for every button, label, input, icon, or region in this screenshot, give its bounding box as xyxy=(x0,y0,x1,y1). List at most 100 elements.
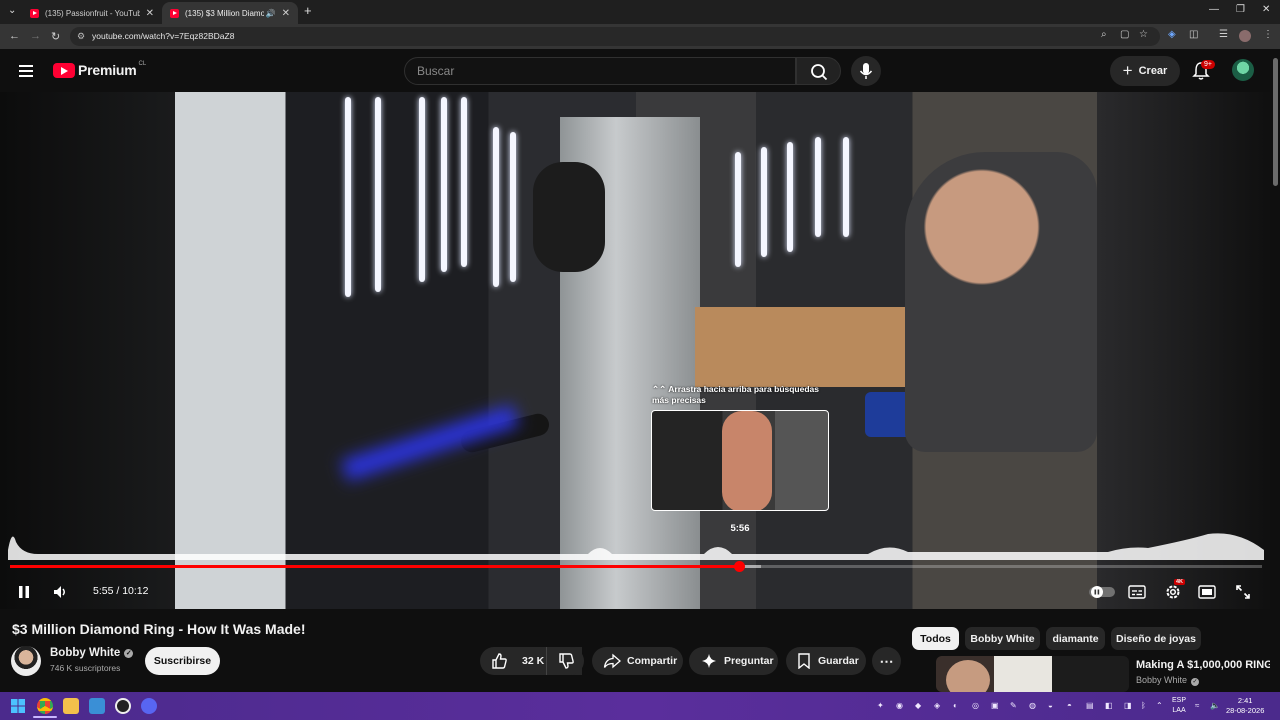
channel-avatar[interactable] xyxy=(11,646,41,676)
browser-menu-icon[interactable]: ⋮ xyxy=(1263,29,1273,40)
account-avatar[interactable] xyxy=(1232,59,1254,81)
theater-mode-icon xyxy=(1198,585,1216,599)
audio-playing-icon[interactable]: 🔊 xyxy=(266,9,276,18)
site-info-icon[interactable]: ⚙ xyxy=(77,27,85,46)
theater-mode-button[interactable] xyxy=(1197,581,1217,603)
video-player[interactable]: ⌃⌃ Arrastra hacia arriba para búsquedas … xyxy=(0,92,1280,609)
minimize-icon[interactable]: — xyxy=(1209,4,1219,15)
recommended-video-title[interactable]: Making A $1,000,000 RING xyxy=(1136,659,1273,671)
led-light xyxy=(843,137,849,237)
extension-icon[interactable]: ◈ xyxy=(1168,29,1176,40)
tray-icon[interactable]: ▤ xyxy=(1086,701,1094,710)
file-explorer-icon[interactable] xyxy=(63,698,79,714)
share-button[interactable]: Compartir xyxy=(592,647,683,675)
fullscreen-button[interactable] xyxy=(1233,581,1253,603)
back-icon[interactable]: ← xyxy=(9,30,20,42)
led-light xyxy=(761,147,767,257)
recommended-video-thumbnail[interactable] xyxy=(936,656,1129,692)
volume-button[interactable] xyxy=(50,581,70,603)
tray-icon[interactable]: ◧ xyxy=(1105,701,1113,710)
tray-icon[interactable]: ◆ xyxy=(915,701,921,710)
chip-todos[interactable]: Todos xyxy=(912,627,959,650)
profile-avatar-icon[interactable] xyxy=(1239,30,1251,42)
zoom-icon[interactable]: ⌕ xyxy=(1101,29,1107,40)
cast-icon[interactable]: ▢ xyxy=(1120,29,1129,40)
tray-icon[interactable]: ▣ xyxy=(991,701,999,710)
browser-tab-passionfruit[interactable]: (135) Passionfruit - YouTube ✕ xyxy=(22,2,162,24)
settings-button[interactable]: 4K xyxy=(1162,579,1186,603)
led-light xyxy=(815,137,821,237)
pause-button[interactable] xyxy=(14,581,34,603)
tray-icon[interactable]: ◐ xyxy=(953,701,958,710)
search-input[interactable]: Buscar xyxy=(404,57,796,85)
dislike-button[interactable] xyxy=(546,647,584,675)
tray-icon[interactable]: ◍ xyxy=(1029,701,1036,710)
search-button[interactable] xyxy=(796,57,841,85)
tray-icon[interactable]: ✎ xyxy=(1010,701,1017,710)
new-tab-button[interactable]: + xyxy=(304,3,312,18)
chevron-up-icon[interactable]: ⌃ xyxy=(1156,701,1163,710)
pause-icon xyxy=(19,586,29,598)
maximize-icon[interactable]: ❐ xyxy=(1236,4,1245,15)
chip-bobby-white[interactable]: Bobby White xyxy=(965,627,1040,650)
led-light xyxy=(510,132,516,282)
tab-search-icon[interactable]: ⌄ xyxy=(8,5,16,16)
media-controls-icon[interactable]: ☰ xyxy=(1219,29,1228,40)
menu-hamburger-icon[interactable] xyxy=(19,65,33,77)
discord-icon[interactable] xyxy=(141,698,157,714)
thumbs-down-icon xyxy=(558,653,574,669)
window-close-icon[interactable]: ✕ xyxy=(1262,4,1270,15)
tray-icon[interactable]: ✦ xyxy=(877,701,884,710)
extensions-puzzle-icon[interactable]: ◫ xyxy=(1189,29,1198,40)
played-bar xyxy=(10,565,739,568)
speaker-icon[interactable]: 🔈 xyxy=(1210,701,1220,710)
page-scrollbar-thumb[interactable] xyxy=(1273,58,1278,186)
youtube-premium-logo[interactable]: Premium CL xyxy=(53,61,146,78)
bookmark-star-icon[interactable]: ☆ xyxy=(1139,29,1148,40)
reload-icon[interactable]: ↻ xyxy=(51,30,60,43)
photos-icon[interactable] xyxy=(89,698,105,714)
volume-icon xyxy=(54,586,65,598)
ask-ai-button[interactable]: Preguntar xyxy=(689,647,778,675)
tray-icon[interactable]: ◒ xyxy=(1048,701,1053,710)
windows-start-icon[interactable] xyxy=(10,698,26,714)
obs-icon[interactable] xyxy=(115,698,131,714)
close-tab-icon[interactable]: ✕ xyxy=(282,8,290,19)
create-button[interactable]: + Crear xyxy=(1110,56,1180,86)
chip-diamante[interactable]: diamante xyxy=(1046,627,1105,650)
system-clock[interactable]: 2:41 28-08-2026 xyxy=(1226,696,1264,716)
bluetooth-icon[interactable]: ᛒ xyxy=(1141,701,1146,710)
progress-bar[interactable] xyxy=(10,561,1262,572)
current-time: 5:55 xyxy=(93,585,114,597)
quality-badge: 4K xyxy=(1174,579,1186,585)
active-app-indicator xyxy=(33,716,57,718)
subscribe-button[interactable]: Suscribirse xyxy=(145,647,220,675)
time-separator: / xyxy=(116,585,120,597)
channel-name[interactable]: Bobby White ✓ xyxy=(50,647,134,659)
tray-icon[interactable]: ◉ xyxy=(896,701,903,710)
voice-search-button[interactable] xyxy=(851,56,881,86)
wifi-icon[interactable]: ≈ xyxy=(1195,701,1199,710)
chip-diseno-de-joyas[interactable]: Diseño de joyas xyxy=(1111,627,1201,650)
language-indicator[interactable]: ESP LAA xyxy=(1172,696,1186,716)
chevrons-up-icon: ⌃⌃ xyxy=(652,384,669,394)
led-light xyxy=(493,127,499,287)
tray-icon[interactable]: ◈ xyxy=(934,701,940,710)
save-button[interactable]: Guardar xyxy=(786,647,866,675)
tray-icon[interactable]: ◨ xyxy=(1124,701,1132,710)
chrome-taskbar-icon[interactable] xyxy=(37,698,53,714)
scrubber-handle[interactable] xyxy=(733,561,745,572)
tray-icon[interactable]: ◓ xyxy=(1067,701,1072,710)
logo-text: Premium xyxy=(78,62,137,78)
tab-title: (135) Passionfruit - YouTube xyxy=(45,8,140,18)
plus-icon: + xyxy=(1122,61,1133,80)
more-actions-button[interactable]: ⋯ xyxy=(872,647,901,675)
close-tab-icon[interactable]: ✕ xyxy=(146,8,154,19)
subtitles-button[interactable] xyxy=(1127,581,1147,603)
address-bar-row: ← → ↻ ⚙ youtube.com/watch?v=7Eqz82BDaZ8 … xyxy=(0,24,1280,49)
browser-tab-diamond-ring[interactable]: (135) $3 Million Diamond R 🔊 ✕ xyxy=(162,2,298,24)
autoplay-toggle[interactable] xyxy=(1088,581,1116,603)
forward-icon[interactable]: → xyxy=(30,30,41,42)
url-field[interactable]: ⚙ youtube.com/watch?v=7Eqz82BDaZ8 xyxy=(70,27,1160,46)
tray-icon[interactable]: ◎ xyxy=(972,701,979,710)
